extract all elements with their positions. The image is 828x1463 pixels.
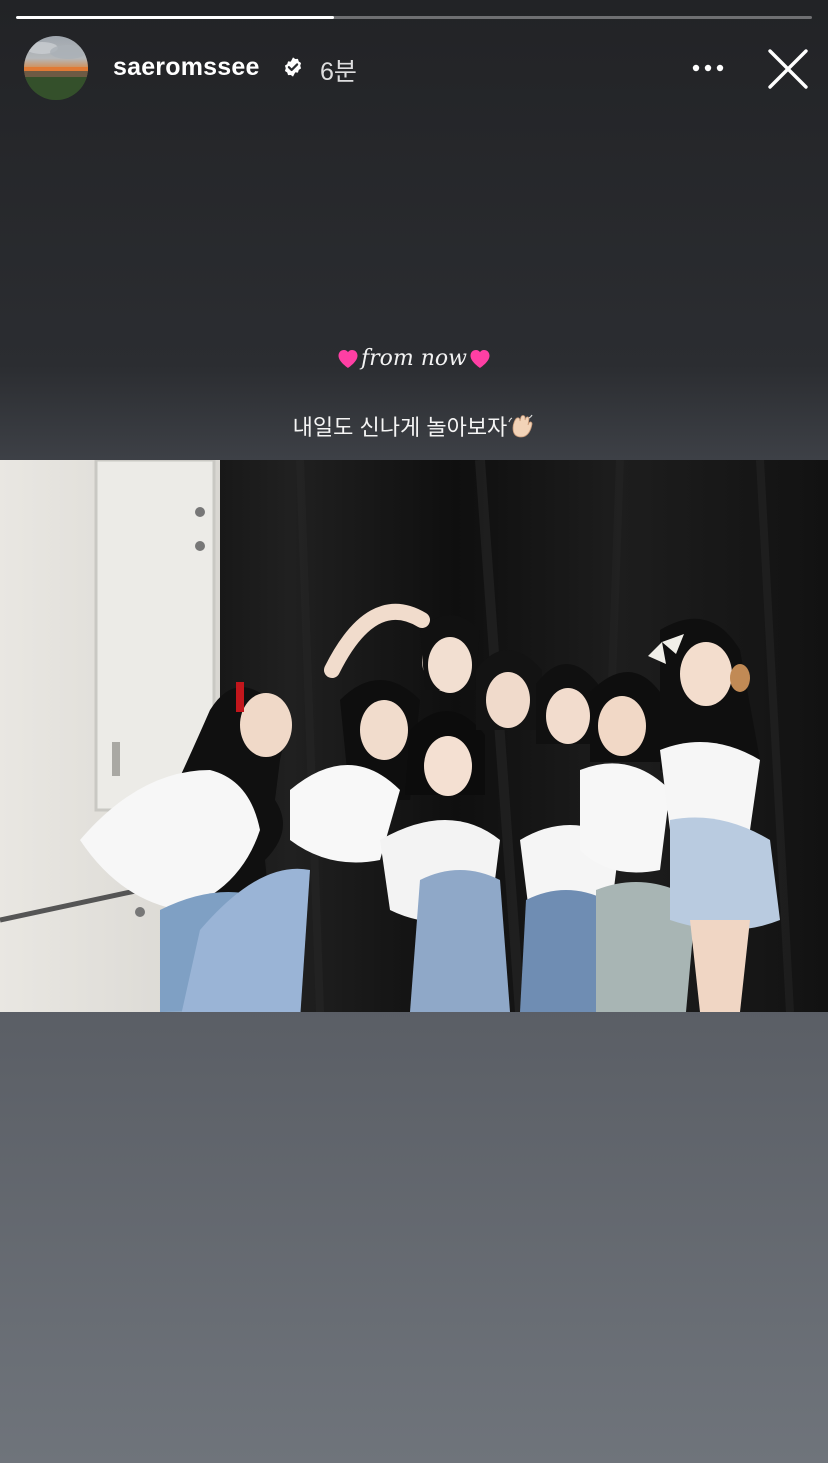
more-horizontal-icon[interactable] — [690, 54, 726, 82]
story-progress-bar — [16, 16, 812, 19]
caption-subtitle-text: 내일도 신나게 놀아보자 — [292, 415, 508, 440]
caption-title: from now — [0, 346, 828, 371]
username[interactable]: saeromssee — [113, 53, 260, 82]
close-icon[interactable] — [765, 46, 811, 92]
avatar[interactable] — [24, 36, 88, 100]
group-photo-image — [0, 460, 828, 1012]
pink-heart-emoji — [338, 350, 358, 368]
caption-title-text: from now — [360, 346, 467, 371]
pink-heart-emoji — [470, 350, 490, 368]
story-progress-fill — [16, 16, 335, 19]
caption-subtitle: 내일도 신나게 놀아보자 — [0, 410, 828, 442]
story-header: saeromssee 6분 — [24, 36, 814, 100]
story-photo[interactable] — [0, 460, 828, 1012]
verified-badge-icon — [284, 57, 302, 77]
waving-hand-emoji — [508, 414, 533, 438]
post-time: 6분 — [320, 58, 357, 86]
